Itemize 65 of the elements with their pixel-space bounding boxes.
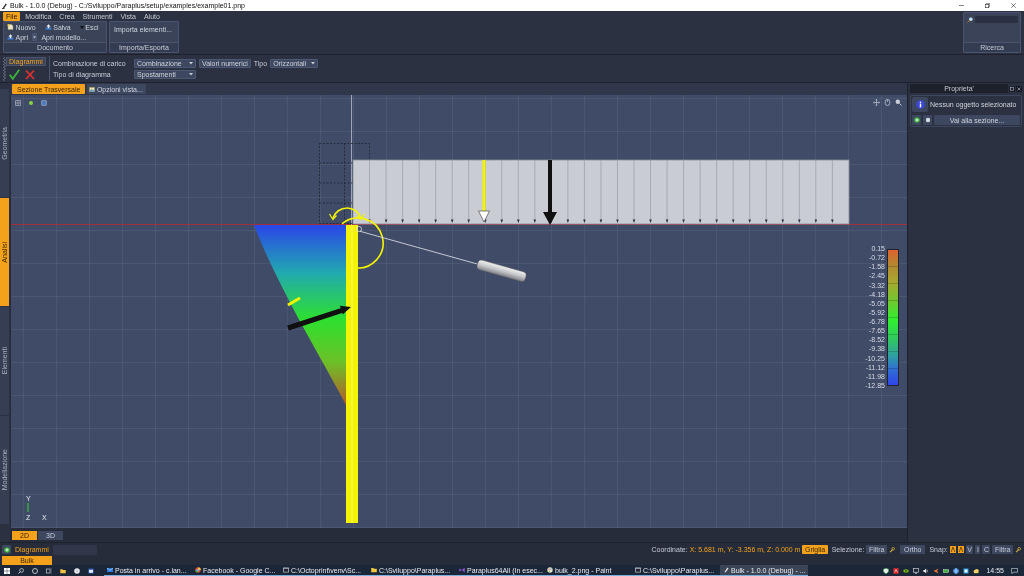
search-icon[interactable]: [18, 567, 24, 574]
upload-icon: [44, 24, 52, 30]
windows-logo-icon[interactable]: [4, 567, 10, 574]
info-icon: [915, 100, 925, 109]
pen-icon: [2, 2, 7, 9]
add-panel-button[interactable]: [2, 545, 11, 554]
close-icon[interactable]: [1011, 3, 1016, 8]
pen-icon: [723, 567, 729, 573]
check-icon[interactable]: [9, 69, 20, 80]
short-line-mark: [287, 296, 301, 307]
palette-icon: [547, 567, 553, 573]
battery-icon[interactable]: [943, 567, 950, 574]
shield-icon[interactable]: [883, 567, 890, 574]
envelope-icon: [107, 567, 113, 573]
document-icon: [7, 24, 14, 30]
monitor-icon[interactable]: [913, 567, 920, 574]
collapsed-panel-bar: [52, 544, 97, 555]
zigzag-grip-icon[interactable]: [3, 56, 6, 81]
grid-icon[interactable]: [15, 100, 21, 106]
disc-icon[interactable]: [74, 567, 80, 574]
eye-icon[interactable]: [903, 567, 910, 574]
triangle-icon: [79, 25, 84, 29]
rotation-arc: [328, 207, 384, 269]
force-arrow: [287, 305, 351, 331]
restore-icon[interactable]: [985, 3, 990, 8]
snap-toggle-icon[interactable]: [957, 546, 964, 553]
box-icon[interactable]: [963, 567, 970, 574]
folder-icon: [371, 567, 377, 573]
caret-icon: [311, 61, 316, 65]
mouse-icon[interactable]: [884, 99, 891, 106]
speaker-icon[interactable]: [923, 567, 930, 574]
arrow-icon[interactable]: [933, 567, 940, 574]
wheel-icon: [195, 567, 201, 573]
point-button[interactable]: [923, 115, 932, 125]
snap-toggle-icon[interactable]: [949, 546, 956, 553]
y-axis-line: [27, 503, 29, 512]
wrench-icon[interactable]: [888, 546, 895, 553]
tile-icon[interactable]: [893, 567, 900, 574]
window-icon[interactable]: [88, 567, 94, 574]
zoom-icon[interactable]: [895, 99, 902, 106]
task-view-icon[interactable]: [46, 567, 52, 574]
plus-icon: [913, 117, 920, 123]
caret-icon: [32, 33, 38, 41]
globe-icon[interactable]: [953, 567, 960, 574]
float-icon[interactable]: [1009, 85, 1015, 92]
info-button[interactable]: [912, 97, 928, 112]
dot-icon: [924, 117, 931, 123]
add-button[interactable]: [912, 115, 921, 125]
move-icon[interactable]: [873, 99, 880, 106]
circle-icon[interactable]: [32, 567, 38, 574]
picture-icon: [89, 86, 96, 92]
resultant-arrow: [543, 160, 557, 225]
wrench-icon[interactable]: [1015, 546, 1021, 553]
upload-icon: [7, 34, 14, 40]
chat-icon[interactable]: [1011, 567, 1018, 574]
folder-icon[interactable]: [60, 567, 66, 574]
load-arrow: [478, 160, 490, 223]
dot-icon[interactable]: [28, 100, 34, 106]
plus-icon: [3, 546, 10, 553]
bowtie-icon: [459, 567, 465, 573]
cloud-icon[interactable]: [973, 567, 980, 574]
caret-icon: [189, 61, 193, 65]
caret-icon: [189, 72, 193, 76]
cross-icon[interactable]: [25, 69, 35, 80]
search-icon: [967, 16, 973, 23]
